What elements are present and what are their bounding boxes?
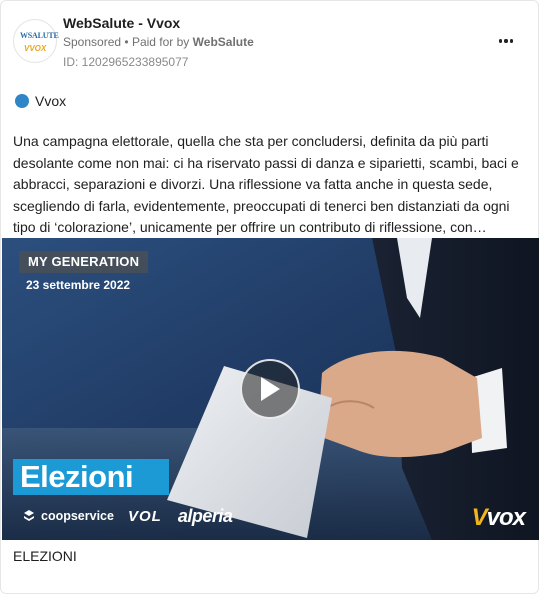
ad-id: ID: 1202965233895077 [63, 55, 189, 69]
more-dot [509, 39, 514, 43]
more-horizontal-icon [498, 39, 503, 43]
media-caption[interactable]: ELEZIONI [13, 548, 77, 564]
video-media[interactable]: MY GENERATION 23 settembre 2022 Elezioni… [2, 238, 539, 540]
ad-card: WSALUTE VVOX WebSalute - Vvox Sponsored … [0, 0, 539, 594]
vvox-logo: Vvox [471, 504, 526, 532]
advertiser-name[interactable]: WebSalute [193, 35, 254, 49]
page-tag[interactable]: Vvox [15, 92, 66, 110]
page-tag-label: Vvox [35, 93, 67, 109]
more-dot [504, 39, 508, 43]
avatar-logo-top: WSALUTE [20, 31, 59, 40]
ad-body-text: Una campagna elettorale, quella che sta … [13, 133, 519, 235]
series-date: 23 settembre 2022 [26, 278, 131, 292]
vvox-logo-v: V [471, 504, 488, 531]
sponsored-line: Sponsored • Paid for by WebSalute [63, 35, 254, 49]
coopservice-mark-icon [24, 510, 34, 521]
circle-dot-icon [15, 94, 29, 108]
play-button[interactable] [240, 359, 300, 419]
series-badge: MY GENERATION [19, 251, 149, 273]
coopservice-logo: coopservice [22, 509, 114, 523]
elezioni-banner: Elezioni [13, 459, 169, 495]
avatar-logo-bottom: VVOX [24, 44, 46, 53]
sponsor-logos: coopservice VOL alperia [22, 505, 233, 526]
ad-header: WSALUTE VVOX WebSalute - Vvox Sponsored … [13, 13, 526, 73]
advertiser-avatar[interactable]: WSALUTE VVOX [13, 19, 59, 63]
sponsored-label: Sponsored [63, 35, 122, 49]
more-options-button[interactable] [496, 33, 516, 49]
separator-dot: • [124, 35, 132, 49]
alperia-logo: alperia [177, 505, 233, 526]
coopservice-text: coopservice [41, 509, 114, 523]
page-name-link[interactable]: WebSalute - Vvox [63, 15, 180, 31]
avatar-logo-bottom-text: VVOX [24, 44, 47, 53]
vol-logo: VOL [127, 507, 162, 525]
paid-for-prefix: Paid for by [131, 35, 190, 49]
vvox-logo-rest: vox [486, 504, 526, 531]
play-icon [261, 377, 280, 401]
